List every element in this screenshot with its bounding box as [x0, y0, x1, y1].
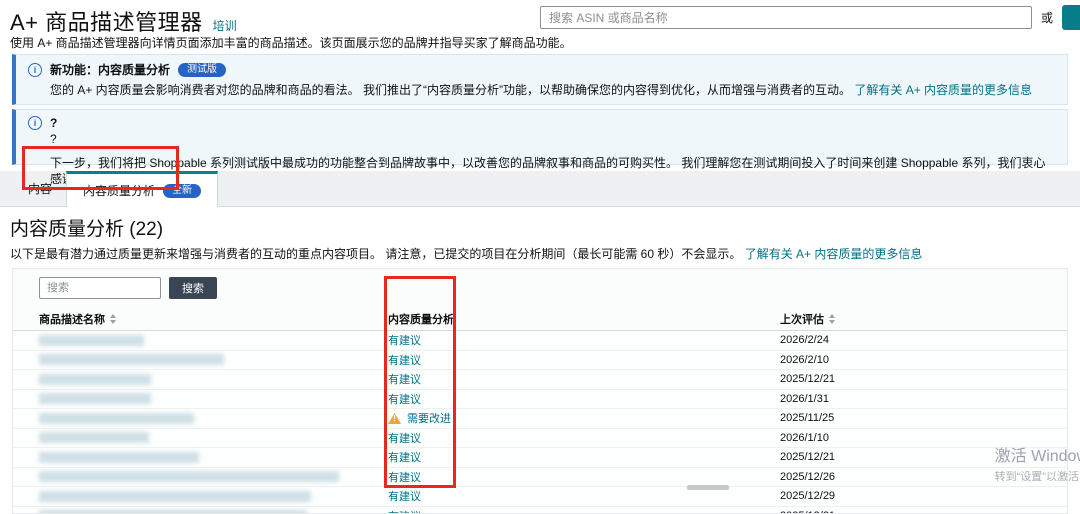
status-link[interactable]: 有建议	[388, 469, 421, 485]
status-link[interactable]: 有建议	[388, 488, 421, 504]
last-evaluated-date: 2025/12/21	[780, 373, 836, 386]
shoppable-banner: ? ? 下一步，我们将把 Shoppable 系列测试版中最成功的功能整合到品牌…	[12, 109, 1068, 186]
column-header-quality: 内容质量分析	[388, 313, 454, 326]
banner-title: ?	[50, 116, 58, 131]
section-heading: 内容质量分析 (22)	[10, 219, 164, 241]
last-evaluated-date: 2026/1/31	[780, 392, 829, 405]
column-header-last-evaluated: 上次评估	[780, 313, 824, 326]
header-search-area: 或	[539, 5, 1080, 30]
tab-label: 内容质量分析	[83, 184, 156, 199]
info-icon	[28, 116, 42, 131]
redacted-product-name	[39, 451, 199, 463]
table-row: 有建议 2025/12/26	[13, 467, 1067, 488]
table-row: 有建议 2025/12/21	[13, 448, 1067, 468]
table-row: 有建议 2025/12/21	[13, 506, 1067, 514]
asin-search-input[interactable]	[539, 6, 1032, 29]
warning-icon: !	[388, 412, 401, 424]
redacted-product-name	[39, 354, 224, 366]
table-search-input[interactable]	[39, 277, 161, 300]
table-row: 有建议 2026/2/24	[13, 331, 1067, 351]
last-evaluated-date: 2025/12/21	[780, 510, 835, 513]
redacted-product-name	[39, 412, 194, 424]
redacted-product-name	[39, 490, 311, 502]
redacted-product-name	[39, 510, 307, 514]
redacted-product-name	[39, 373, 151, 385]
status-link[interactable]: 有建议	[388, 391, 421, 407]
new-badge: 全新	[163, 183, 202, 198]
info-icon	[28, 62, 42, 77]
status-link-needs-improvement[interactable]: ! 需要改进	[388, 410, 451, 426]
status-link[interactable]: 有建议	[388, 371, 421, 387]
quality-info-link[interactable]: 了解有关 A+ 内容质量的更多信息	[854, 83, 1032, 97]
training-link[interactable]: 培训	[213, 17, 237, 34]
last-evaluated-date: 2026/1/10	[780, 431, 829, 444]
title-area: A+ 商品描述管理器 培训	[10, 5, 237, 37]
banner-title: 新功能：内容质量分析	[50, 63, 171, 77]
banner-line2: ?	[50, 132, 57, 147]
redacted-product-name	[39, 393, 151, 405]
beta-badge: 测试版	[178, 62, 227, 77]
create-content-button[interactable]	[1062, 5, 1080, 30]
last-evaluated-date: 2026/2/24	[780, 334, 829, 347]
top-bar: A+ 商品描述管理器 培训 或	[0, 0, 1080, 35]
table-row: 有建议 2025/12/21	[13, 370, 1067, 390]
redacted-product-name	[39, 471, 339, 483]
table-search-button[interactable]: 搜索	[169, 277, 217, 300]
status-link[interactable]: 有建议	[388, 449, 421, 465]
tab-content-quality-analysis[interactable]: 内容质量分析 全新	[66, 171, 219, 208]
section-description: 以下是最有潜力通过质量更新来增强与消费者的互动的重点内容项目。 请注意，已提交的…	[10, 247, 742, 262]
status-label: 需要改进	[407, 413, 451, 426]
page-subtitle: 使用 A+ 商品描述管理器向详情页面添加丰富的商品描述。该页面展示您的品牌并指导…	[10, 36, 572, 50]
last-evaluated-date: 2025/12/21	[780, 451, 836, 464]
new-feature-banner: 新功能：内容质量分析 测试版 您的 A+ 内容质量会影响消费者对您的品牌和商品的…	[12, 54, 1068, 106]
quality-info-link[interactable]: 了解有关 A+ 内容质量的更多信息	[745, 247, 923, 261]
table-row: 有建议 2025/12/29	[13, 487, 1067, 507]
table-row: 有建议 2026/1/10	[13, 428, 1067, 449]
or-label: 或	[1040, 11, 1053, 25]
status-link[interactable]: 有建议	[388, 508, 421, 513]
table-row: 有建议 2026/1/31	[13, 389, 1067, 410]
tab-content[interactable]: 内容	[14, 171, 66, 206]
status-link[interactable]: 有建议	[388, 352, 421, 368]
last-evaluated-date: 2025/11/25	[780, 412, 835, 425]
status-link[interactable]: 有建议	[388, 332, 421, 348]
page-title: A+ 商品描述管理器	[10, 10, 203, 35]
table-header-row: 商品描述名称 内容质量分析 上次评估	[13, 307, 1067, 332]
tab-label: 内容	[28, 182, 53, 197]
last-evaluated-date: 2025/12/29	[780, 490, 836, 503]
sort-icon[interactable]	[829, 313, 835, 324]
quality-analysis-card: 搜索 商品描述名称 内容质量分析 上次评估 有建议 2026/2/24 有建议 …	[12, 268, 1068, 514]
horizontal-scrollbar-thumb[interactable]	[687, 485, 729, 490]
column-header-name: 商品描述名称	[39, 313, 105, 326]
redacted-product-name	[39, 432, 149, 444]
redacted-product-name	[39, 334, 144, 346]
sort-icon[interactable]	[110, 313, 116, 324]
table-row: 有建议 2026/2/10	[13, 350, 1067, 371]
table-row: ! 需要改进 2025/11/25	[13, 409, 1067, 429]
banner-body-text: 您的 A+ 内容质量会影响消费者对您的品牌和商品的看法。 我们推出了“内容质量分…	[50, 83, 852, 97]
last-evaluated-date: 2026/2/10	[780, 353, 829, 366]
last-evaluated-date: 2025/12/26	[780, 470, 836, 483]
status-link[interactable]: 有建议	[388, 430, 421, 446]
tab-strip: 内容 内容质量分析 全新	[0, 171, 1080, 208]
